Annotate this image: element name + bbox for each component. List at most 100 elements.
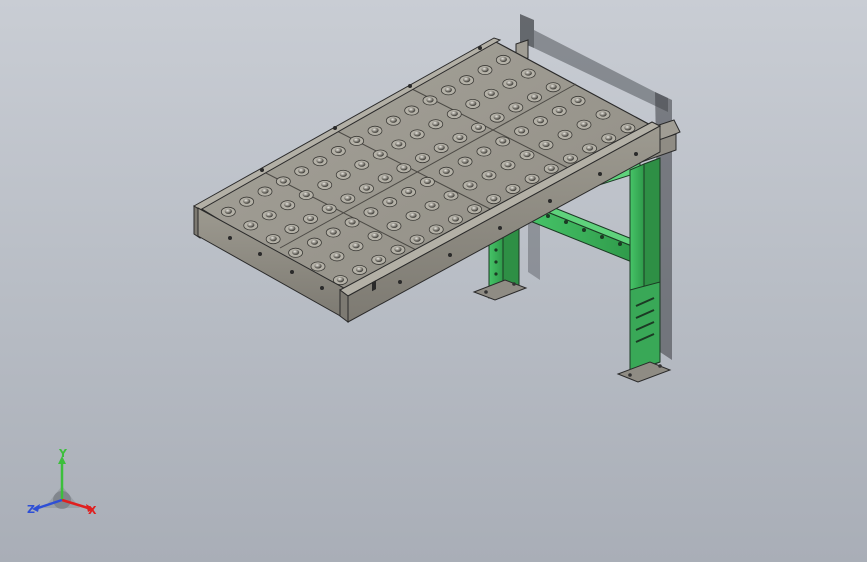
transfer-ball <box>284 202 292 208</box>
transfer-ball <box>450 110 458 117</box>
transfer-ball <box>423 178 432 184</box>
front-stand-leg[interactable] <box>595 157 672 383</box>
transfer-ball <box>469 100 477 107</box>
coordinate-triad: Y Z X <box>22 448 102 528</box>
transfer-ball <box>437 144 445 151</box>
transfer-ball <box>504 162 512 168</box>
transfer-ball <box>310 239 319 245</box>
transfer-ball <box>474 124 483 130</box>
transfer-ball <box>321 181 329 188</box>
transfer-ball <box>371 232 379 239</box>
transfer-ball <box>574 97 582 103</box>
transfer-ball <box>549 84 557 90</box>
transfer-ball <box>352 243 360 249</box>
transfer-ball <box>336 277 345 283</box>
conveyor-model[interactable] <box>0 0 867 562</box>
transfer-ball <box>480 148 488 154</box>
transfer-ball <box>470 206 479 212</box>
transfer-ball <box>353 137 361 143</box>
transfer-ball <box>466 182 474 188</box>
transfer-ball <box>447 192 455 198</box>
transfer-ball <box>463 77 471 83</box>
transfer-ball <box>499 56 507 62</box>
transfer-ball <box>499 138 507 144</box>
transfer-ball <box>400 165 408 171</box>
transfer-ball <box>442 168 450 174</box>
transfer-ball <box>485 172 493 178</box>
transfer-ball <box>394 246 402 252</box>
transfer-ball <box>247 222 255 228</box>
transfer-ball <box>288 225 296 232</box>
transfer-ball <box>566 155 575 161</box>
transfer-ball <box>428 202 436 208</box>
transfer-ball <box>261 188 269 194</box>
transfer-ball <box>528 175 536 181</box>
transfer-ball <box>269 236 277 242</box>
transfer-ball <box>348 219 356 225</box>
transfer-ball <box>481 66 489 73</box>
cad-viewport[interactable]: Y Z X <box>0 0 867 562</box>
transfer-ball <box>561 131 569 137</box>
transfer-ball <box>395 141 403 147</box>
transfer-ball <box>444 87 452 93</box>
transfer-ball <box>381 175 389 181</box>
transfer-ball <box>493 114 501 120</box>
transfer-ball <box>404 188 413 195</box>
transfer-ball <box>325 205 333 211</box>
transfer-ball <box>329 229 337 235</box>
z-axis-label: Z <box>27 503 35 516</box>
transfer-ball <box>547 165 555 171</box>
transfer-ball <box>512 104 520 110</box>
transfer-ball <box>375 256 383 262</box>
transfer-ball <box>487 90 495 96</box>
transfer-ball <box>333 253 341 259</box>
transfer-ball <box>389 117 397 123</box>
transfer-ball <box>432 121 440 127</box>
transfer-ball <box>580 121 588 127</box>
transfer-ball <box>426 97 434 103</box>
transfer-ball <box>358 161 366 167</box>
transfer-ball <box>355 266 364 273</box>
transfer-ball <box>523 151 531 158</box>
transfer-ball <box>517 128 526 134</box>
transfer-ball <box>265 212 273 218</box>
transfer-ball <box>314 263 322 269</box>
transfer-ball <box>413 236 421 242</box>
transfer-ball <box>344 195 352 201</box>
transfer-ball <box>506 80 514 86</box>
transfer-ball <box>624 125 632 131</box>
transfer-ball <box>456 134 464 140</box>
transfer-ball <box>509 185 517 192</box>
transfer-ball <box>298 168 306 174</box>
transfer-ball <box>224 208 232 214</box>
transfer-ball <box>316 158 324 164</box>
transfer-ball <box>243 198 251 204</box>
transfer-ball <box>376 151 384 157</box>
transfer-ball <box>413 131 421 137</box>
transfer-ball <box>371 127 379 133</box>
y-axis-label: Y <box>59 447 67 460</box>
transfer-ball <box>390 222 398 229</box>
transfer-ball <box>367 209 375 215</box>
transfer-ball <box>418 155 427 161</box>
transfer-ball <box>386 199 394 205</box>
transfer-ball <box>585 145 594 151</box>
transfer-ball <box>334 147 342 154</box>
transfer-ball <box>409 212 417 218</box>
transfer-ball <box>451 216 460 222</box>
transfer-ball <box>279 178 287 184</box>
transfer-ball <box>362 185 371 191</box>
transfer-ball <box>605 135 613 141</box>
transfer-ball <box>306 215 315 221</box>
transfer-ball <box>302 191 310 198</box>
transfer-ball <box>291 249 300 255</box>
transfer-ball <box>542 141 550 148</box>
transfer-ball <box>339 171 347 177</box>
transfer-ball <box>408 107 416 113</box>
x-axis-label: X <box>88 504 97 517</box>
transfer-ball <box>432 226 440 232</box>
transfer-ball <box>555 107 563 114</box>
transfer-ball <box>599 111 607 117</box>
transfer-ball <box>530 94 539 100</box>
transfer-ball <box>490 196 498 202</box>
